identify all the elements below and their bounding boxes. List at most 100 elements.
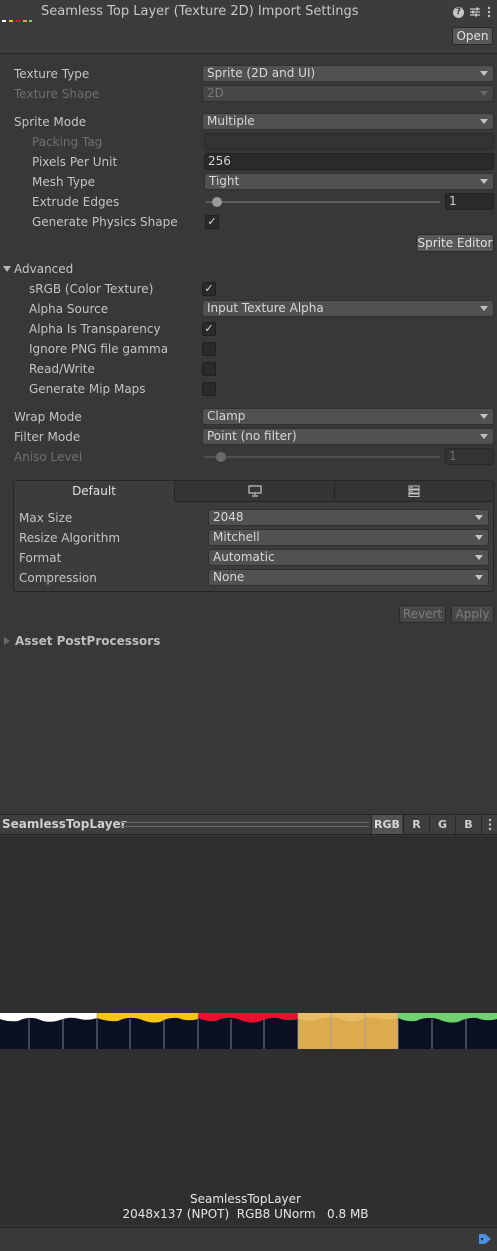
alpha-is-transparency-label: Alpha Is Transparency <box>29 322 161 336</box>
sprite-mode-dropdown[interactable]: Multiple <box>202 113 494 130</box>
extrude-edges-slider-thumb[interactable] <box>212 197 222 207</box>
apply-button[interactable]: Apply <box>451 605 494 623</box>
wrap-mode-dropdown[interactable]: Clamp <box>202 408 494 425</box>
monitor-icon <box>248 485 262 497</box>
alpha-source-label: Alpha Source <box>29 302 109 316</box>
format-dropdown[interactable]: Automatic <box>208 549 489 566</box>
pixels-per-unit-label: Pixels Per Unit <box>32 155 118 169</box>
checkmark-icon: ✓ <box>207 215 217 228</box>
ignore-png-gamma-label: Ignore PNG file gamma <box>29 342 169 356</box>
tab-default-label: Default <box>72 484 116 498</box>
server-icon <box>408 485 420 497</box>
extrude-edges-slider[interactable] <box>206 201 440 203</box>
chevron-down-icon <box>475 575 483 580</box>
asset-label-icon[interactable] <box>478 1233 492 1245</box>
channel-b-button[interactable]: B <box>455 815 481 834</box>
chevron-down-icon <box>475 555 483 560</box>
revert-button[interactable]: Revert <box>399 605 446 623</box>
max-size-label: Max Size <box>19 511 73 525</box>
help-icon[interactable]: ? <box>453 7 464 18</box>
channel-r-button[interactable]: R <box>403 815 429 834</box>
generate-physics-shape-checkbox[interactable]: ✓ <box>205 215 219 229</box>
tab-standalone[interactable] <box>174 481 334 502</box>
ignore-png-gamma-checkbox[interactable] <box>202 342 216 356</box>
texture-shape-value: 2D <box>207 86 224 100</box>
compression-dropdown[interactable]: None <box>208 569 489 586</box>
inspector-footer <box>0 1227 497 1251</box>
extrude-edges-field[interactable]: 1 <box>445 193 494 210</box>
texture-type-value: Sprite (2D and UI) <box>207 66 316 80</box>
resize-algorithm-dropdown[interactable]: Mitchell <box>208 529 489 546</box>
read-write-label: Read/Write <box>29 362 95 376</box>
chevron-down-icon <box>480 179 488 184</box>
resize-algorithm-label: Resize Algorithm <box>19 531 121 545</box>
filter-mode-dropdown[interactable]: Point (no filter) <box>202 428 494 445</box>
preview-drag-handle[interactable] <box>120 822 369 827</box>
advanced-foldout-arrow-icon[interactable] <box>3 266 11 272</box>
channel-g-button[interactable]: G <box>429 815 455 834</box>
chevron-down-icon <box>480 414 488 419</box>
texture-shape-label: Texture Shape <box>14 87 100 101</box>
chevron-down-icon <box>480 119 488 124</box>
texture-shape-dropdown: 2D <box>202 85 494 102</box>
checkmark-icon: ✓ <box>204 282 214 295</box>
max-size-value: 2048 <box>213 510 244 524</box>
srgb-checkbox[interactable]: ✓ <box>202 282 216 296</box>
chevron-down-icon <box>480 434 488 439</box>
mesh-type-value: Tight <box>209 174 240 188</box>
extrude-edges-label: Extrude Edges <box>32 195 120 209</box>
chevron-down-icon <box>475 535 483 540</box>
advanced-foldout-label[interactable]: Advanced <box>14 259 73 279</box>
generate-physics-shape-label: Generate Physics Shape <box>32 215 178 229</box>
aniso-level-field: 1 <box>445 448 494 465</box>
packing-tag-label: Packing Tag <box>32 135 103 149</box>
kebab-menu-icon[interactable] <box>487 6 491 18</box>
srgb-label: sRGB (Color Texture) <box>29 282 154 296</box>
aniso-level-slider <box>204 456 440 458</box>
filter-mode-label: Filter Mode <box>14 430 81 444</box>
compression-label: Compression <box>19 571 97 585</box>
alpha-source-dropdown[interactable]: Input Texture Alpha <box>202 300 494 317</box>
filter-mode-value: Point (no filter) <box>207 429 297 443</box>
preview-info-name: SeamlessTopLayer <box>190 1192 301 1206</box>
wrap-mode-value: Clamp <box>207 409 246 423</box>
preview-info-details: 2048x137 (NPOT) RGB8 UNorm 0.8 MB <box>122 1207 369 1221</box>
packing-tag-field <box>204 133 494 150</box>
sprite-mode-label: Sprite Mode <box>14 115 87 129</box>
resize-algorithm-value: Mitchell <box>213 530 260 544</box>
pixels-per-unit-field[interactable]: 256 <box>204 153 494 170</box>
texture-thumbnail-icon <box>2 13 32 22</box>
mesh-type-dropdown[interactable]: Tight <box>204 173 494 190</box>
read-write-checkbox[interactable] <box>202 362 216 376</box>
preview-kebab-menu-icon[interactable] <box>481 815 497 834</box>
generate-mip-maps-label: Generate Mip Maps <box>29 382 146 396</box>
alpha-is-transparency-checkbox[interactable]: ✓ <box>202 322 216 336</box>
aniso-level-slider-thumb <box>216 452 226 462</box>
chevron-down-icon <box>480 71 488 76</box>
asset-postprocessors-foldout-arrow-icon[interactable] <box>4 637 10 645</box>
preview-title: SeamlessTopLayer <box>2 817 127 831</box>
asset-postprocessors-label[interactable]: Asset PostProcessors <box>15 631 160 651</box>
chevron-down-icon <box>480 91 488 96</box>
generate-mip-maps-checkbox[interactable] <box>202 382 216 396</box>
tab-dedicated-server[interactable] <box>334 481 493 502</box>
max-size-dropdown[interactable]: 2048 <box>208 509 489 526</box>
inspector-title: Seamless Top Layer (Texture 2D) Import S… <box>41 4 359 19</box>
format-label: Format <box>19 551 62 565</box>
channel-rgb-button[interactable]: RGB <box>371 815 402 834</box>
chevron-down-icon <box>475 515 483 520</box>
format-value: Automatic <box>213 550 275 564</box>
texture-type-label: Texture Type <box>14 67 90 81</box>
compression-value: None <box>213 570 245 584</box>
checkmark-icon: ✓ <box>204 322 214 335</box>
sprite-mode-value: Multiple <box>207 114 255 128</box>
texture-type-dropdown[interactable]: Sprite (2D and UI) <box>202 65 494 82</box>
texture-preview-image <box>0 1013 497 1049</box>
chevron-down-icon <box>480 306 488 311</box>
open-button[interactable]: Open <box>452 27 493 45</box>
preset-icon[interactable] <box>469 6 481 18</box>
tab-default[interactable]: Default <box>14 481 174 502</box>
alpha-source-value: Input Texture Alpha <box>207 301 324 315</box>
sprite-editor-button[interactable]: Sprite Editor <box>416 234 494 252</box>
mesh-type-label: Mesh Type <box>32 175 95 189</box>
